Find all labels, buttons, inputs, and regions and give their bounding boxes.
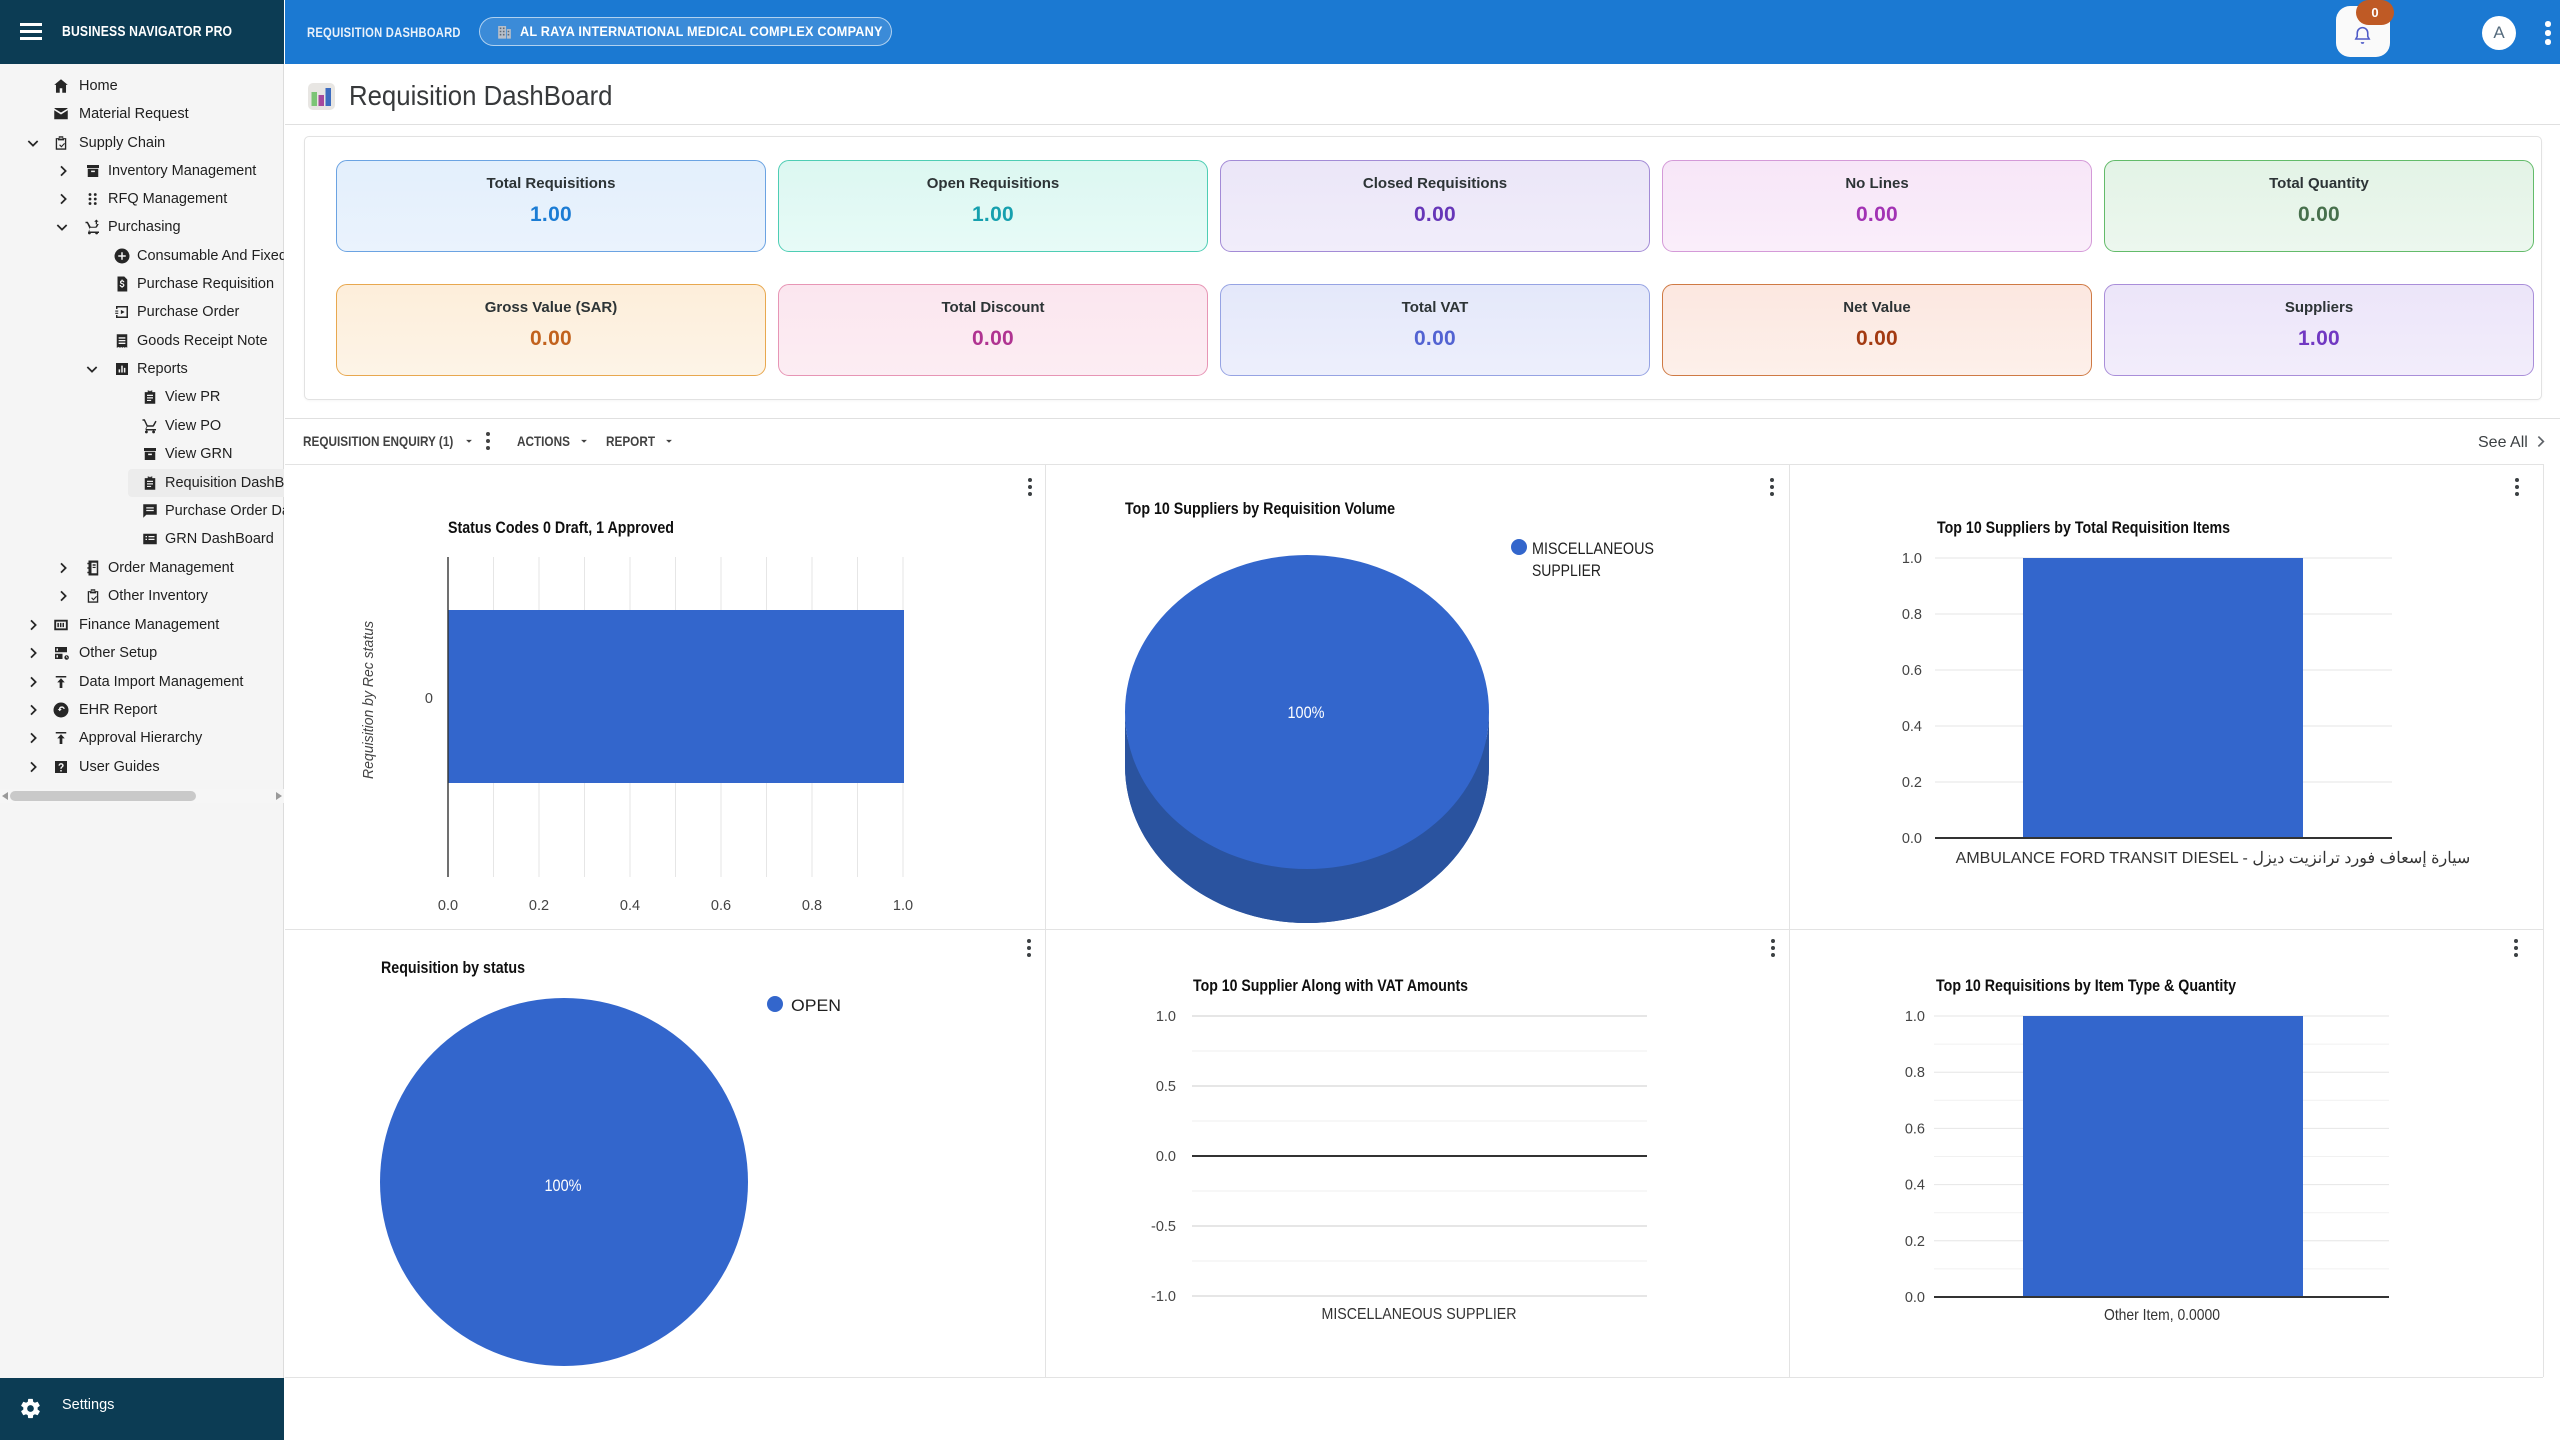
svg-text:0.0: 0.0	[1905, 1290, 1925, 1306]
svg-text:1.0: 1.0	[1905, 1009, 1925, 1025]
svg-text:Top 10 Supplier Along with VAT: Top 10 Supplier Along with VAT Amounts	[1193, 976, 1468, 995]
svg-text:Requisition by status: Requisition by status	[381, 958, 525, 977]
svg-text:1.0: 1.0	[1902, 551, 1922, 567]
svg-text:0.8: 0.8	[1902, 607, 1922, 623]
svg-text:1.0: 1.0	[1156, 1009, 1176, 1025]
svg-text:0.8: 0.8	[802, 898, 822, 914]
svg-text:0.6: 0.6	[1902, 663, 1922, 679]
svg-text:1.0: 1.0	[893, 898, 913, 914]
svg-text:0.4: 0.4	[620, 898, 640, 914]
svg-text:MISCELLANEOUS SUPPLIER: MISCELLANEOUS SUPPLIER	[1322, 1306, 1517, 1323]
svg-text:0.0: 0.0	[1156, 1149, 1176, 1165]
svg-text:-0.5: -0.5	[1151, 1219, 1176, 1235]
svg-text:0: 0	[425, 691, 433, 707]
svg-text:0.2: 0.2	[1902, 775, 1922, 791]
svg-text:0.0: 0.0	[1902, 831, 1922, 847]
svg-text:0.5: 0.5	[1156, 1079, 1176, 1095]
svg-text:Top 10 Suppliers by Total Requ: Top 10 Suppliers by Total Requisition It…	[1937, 518, 2230, 537]
svg-text:AMBULANCE FORD TRANSIT DIESEL: AMBULANCE FORD TRANSIT DIESEL - سيارة إس…	[1956, 850, 2471, 867]
svg-text:100%: 100%	[1288, 704, 1325, 722]
svg-text:OPEN: OPEN	[791, 996, 841, 1015]
svg-text:MISCELLANEOUS: MISCELLANEOUS	[1532, 539, 1654, 558]
svg-text:0.6: 0.6	[711, 898, 731, 914]
svg-text:Other Item, 0.0000: Other Item, 0.0000	[2104, 1307, 2220, 1324]
svg-text:0.4: 0.4	[1902, 719, 1922, 735]
svg-text:0.4: 0.4	[1905, 1178, 1925, 1194]
svg-text:Top 10 Suppliers by Requisitio: Top 10 Suppliers by Requisition Volume	[1125, 499, 1395, 518]
svg-text:-1.0: -1.0	[1151, 1289, 1176, 1305]
svg-text:0.0: 0.0	[438, 898, 458, 914]
svg-text:0.8: 0.8	[1905, 1065, 1925, 1081]
svg-text:0.2: 0.2	[529, 898, 549, 914]
svg-text:0.6: 0.6	[1905, 1121, 1925, 1137]
svg-text:0.2: 0.2	[1905, 1234, 1925, 1250]
svg-text:SUPPLIER: SUPPLIER	[1532, 561, 1601, 580]
svg-text:Requisition by Rec status: Requisition by Rec status	[361, 621, 377, 779]
svg-text:100%: 100%	[545, 1177, 582, 1195]
svg-text:Status Codes 0 Draft, 1 Approv: Status Codes 0 Draft, 1 Approved	[448, 518, 674, 537]
svg-text:Top 10 Requisitions by Item Ty: Top 10 Requisitions by Item Type & Quant…	[1936, 976, 2236, 995]
